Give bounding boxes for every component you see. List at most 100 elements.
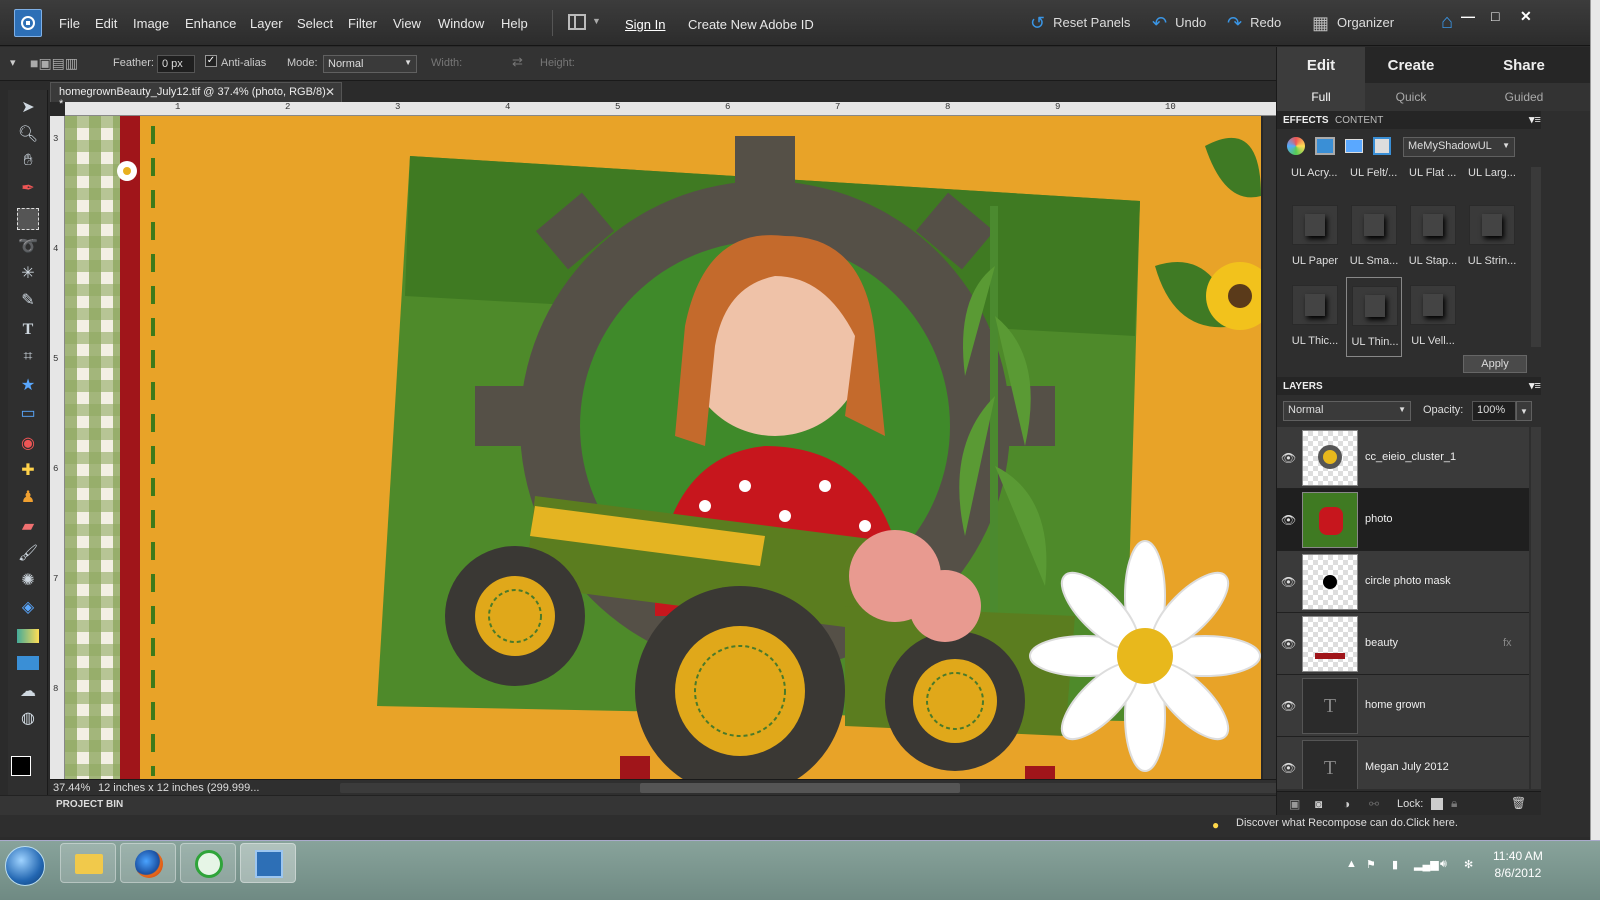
gradient-tool-icon[interactable]	[17, 629, 39, 643]
menu-image[interactable]: Image	[133, 16, 169, 31]
explorer-taskbar-button[interactable]	[60, 843, 116, 883]
vertical-scrollbar[interactable]	[1263, 116, 1276, 781]
layer-row[interactable]: 👁︎ T Megan July 2012	[1277, 737, 1529, 789]
add-mask-icon[interactable]: ◙	[1315, 797, 1322, 811]
effect-label[interactable]: UL Larg...	[1468, 167, 1516, 179]
menu-select[interactable]: Select	[297, 16, 333, 31]
tab-share[interactable]: Share	[1457, 47, 1591, 83]
layer-row[interactable]: 👁︎ cc_eieio_cluster_1	[1277, 427, 1529, 489]
hand-tool-icon[interactable]: ✋︎	[17, 150, 39, 172]
layer-name[interactable]: circle photo mask	[1365, 575, 1451, 587]
chevron-down-icon[interactable]: ▼	[592, 16, 601, 26]
effect-label[interactable]: UL Acry...	[1291, 167, 1337, 179]
all-effects-icon[interactable]	[1373, 137, 1391, 155]
lock-transparency-icon[interactable]	[1431, 798, 1443, 810]
minimize-button[interactable]: —	[1461, 8, 1475, 24]
reset-panels-button[interactable]: ↺ Reset Panels	[1030, 14, 1130, 32]
eye-icon[interactable]: 👁︎	[1281, 575, 1296, 589]
effect-ul-paper[interactable]: UL Paper	[1287, 197, 1343, 277]
magic-wand-icon[interactable]: ✳	[17, 262, 39, 284]
menu-view[interactable]: View	[393, 16, 421, 31]
type-tool-icon[interactable]: T	[17, 319, 39, 341]
blend-mode-select[interactable]: Normal ▼	[1283, 401, 1411, 421]
styles-icon[interactable]	[1315, 137, 1335, 155]
adjustment-layer-icon[interactable]: ◑	[1343, 797, 1350, 811]
subtab-full[interactable]: Full	[1277, 83, 1365, 111]
eyedropper-tool-icon[interactable]: ✒	[17, 177, 39, 199]
swap-icon[interactable]: ⇄	[512, 54, 523, 70]
tool-preset-caret-icon[interactable]: ▾	[10, 56, 16, 69]
zoom-tool-icon[interactable]: 🔍︎	[17, 123, 39, 145]
close-window-button[interactable]: ✕	[1520, 8, 1532, 25]
app-logo-icon[interactable]	[14, 9, 42, 37]
firefox-taskbar-button[interactable]	[120, 843, 176, 883]
eye-icon[interactable]: 👁︎	[1281, 513, 1296, 527]
sign-in-link[interactable]: Sign In	[625, 17, 665, 32]
move-tool-icon[interactable]: ➤	[17, 96, 39, 118]
antialias-checkbox[interactable]: ✓	[205, 55, 217, 67]
filters-icon[interactable]	[1287, 137, 1305, 155]
battery-icon[interactable]: ▮	[1392, 858, 1398, 871]
signal-icon[interactable]: ▂▄▆	[1414, 858, 1439, 871]
menu-filter[interactable]: Filter	[348, 16, 377, 31]
start-button[interactable]	[5, 846, 45, 886]
undo-button[interactable]: ↶ Undo	[1152, 14, 1206, 32]
effects-tab[interactable]: EFFECTS	[1283, 115, 1329, 131]
layer-name[interactable]: beauty	[1365, 637, 1398, 649]
clone-stamp-icon[interactable]: ♟	[17, 486, 39, 508]
flag-icon[interactable]: ⚑	[1366, 858, 1376, 871]
layer-row[interactable]: 👁︎ beauty fx	[1277, 613, 1529, 675]
straighten-tool-icon[interactable]: ▭	[17, 402, 39, 424]
shape-tool-icon[interactable]	[17, 656, 39, 670]
effect-ul-thick[interactable]: UL Thic...	[1287, 277, 1343, 357]
effect-label[interactable]: UL Flat ...	[1409, 167, 1456, 179]
tab-create[interactable]: Create	[1365, 47, 1457, 83]
subtab-guided[interactable]: Guided	[1457, 83, 1591, 111]
zoom-level[interactable]: 37.44%	[53, 782, 90, 794]
document-tab[interactable]: homegrownBeauty_July12.tif @ 37.4% (phot…	[50, 82, 342, 110]
chevron-down-icon[interactable]: ▼	[1516, 401, 1532, 421]
pse-taskbar-button[interactable]	[240, 843, 296, 883]
effects-category-select[interactable]: MeMyShadowUL ▼	[1403, 137, 1515, 157]
mode-select[interactable]: Normal ▼	[323, 55, 417, 73]
eye-icon[interactable]: 👁︎	[1281, 451, 1296, 465]
tab-edit[interactable]: Edit	[1277, 47, 1365, 83]
menu-window[interactable]: Window	[438, 16, 484, 31]
menu-file[interactable]: File	[59, 16, 80, 31]
eye-icon[interactable]: 👁︎	[1281, 637, 1296, 651]
effect-ul-string[interactable]: UL Strin...	[1464, 197, 1520, 277]
apply-button[interactable]: Apply	[1463, 355, 1527, 373]
healing-brush-icon[interactable]: ✚	[17, 459, 39, 481]
lasso-tool-icon[interactable]: ➰	[17, 235, 39, 257]
scrapbook-canvas[interactable]	[65, 116, 1261, 781]
menu-help[interactable]: Help	[501, 16, 528, 31]
redo-button[interactable]: ↷ Redo	[1227, 14, 1281, 32]
workspace-layout-icon[interactable]	[568, 14, 586, 30]
subtab-quick[interactable]: Quick	[1365, 83, 1457, 111]
smart-brush-icon[interactable]: ✺	[17, 569, 39, 591]
content-tab[interactable]: CONTENT	[1335, 115, 1383, 131]
create-adobe-id-link[interactable]: Create New Adobe ID	[688, 17, 814, 32]
layer-style-icon[interactable]: fx	[1503, 637, 1512, 649]
link-icon[interactable]: ⚯	[1369, 797, 1379, 811]
effect-ul-vellum[interactable]: UL Vell...	[1405, 277, 1461, 357]
menu-layer[interactable]: Layer	[250, 16, 283, 31]
effect-label[interactable]: UL Felt/...	[1350, 167, 1397, 179]
organizer-button[interactable]: ▦ Organizer	[1312, 14, 1394, 32]
layer-name[interactable]: photo	[1365, 513, 1393, 525]
selection-mode-icons[interactable]: ■▣▤▥	[30, 55, 78, 72]
new-layer-icon[interactable]: ▣	[1289, 797, 1300, 811]
paint-bucket-icon[interactable]: ◈	[17, 596, 39, 618]
photo-effects-icon[interactable]	[1345, 139, 1363, 153]
organizer-taskbar-button[interactable]	[180, 843, 236, 883]
maximize-button[interactable]: □	[1491, 8, 1499, 24]
layer-name[interactable]: home grown	[1365, 699, 1426, 711]
eye-icon[interactable]: 👁︎	[1281, 761, 1296, 775]
effects-scrollbar[interactable]	[1531, 167, 1541, 347]
scrollbar-thumb[interactable]	[640, 783, 960, 793]
foreground-color-swatch[interactable]	[11, 756, 31, 776]
horizontal-scrollbar[interactable]	[340, 783, 1300, 793]
marquee-tool-icon[interactable]	[17, 208, 39, 230]
effect-ul-staple[interactable]: UL Stap...	[1405, 197, 1461, 277]
layer-name[interactable]: cc_eieio_cluster_1	[1365, 451, 1456, 463]
